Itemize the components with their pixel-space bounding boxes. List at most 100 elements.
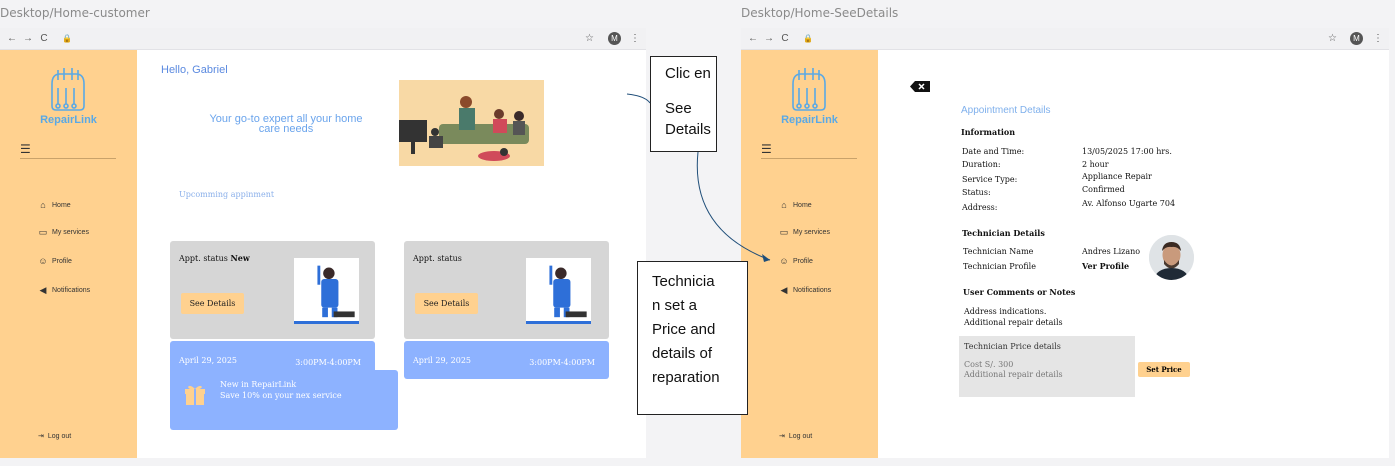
back-icon[interactable]: ← (6, 33, 18, 44)
forward-icon[interactable]: → (763, 33, 775, 44)
forward-icon[interactable]: → (22, 33, 34, 44)
logout-button[interactable]: ⇥ Log out (779, 432, 813, 441)
technician-avatar (1149, 235, 1194, 280)
sidebar-item-my-services[interactable]: ▭ My services (779, 227, 830, 238)
note-line: Price and (652, 321, 716, 338)
status-value: New (230, 253, 250, 263)
info-value: Av. Alfonso Ugarte 704 (1082, 199, 1176, 208)
backspace-close-icon[interactable] (910, 81, 930, 92)
reload-icon[interactable]: C (779, 33, 791, 44)
sidebar-item-notifications[interactable]: ◀ Notifications (779, 285, 832, 296)
sidebar-item-label: Profile (52, 257, 72, 265)
profile-avatar[interactable]: M (1350, 32, 1363, 45)
set-price-button[interactable]: Set Price (1138, 362, 1190, 377)
info-label: Duration: (962, 160, 1001, 169)
bookmark-star-icon[interactable]: ☆ (585, 33, 594, 44)
ver-profile-link[interactable]: Ver Profile (1082, 261, 1129, 271)
sidebar-item-home[interactable]: ⌂ Home (779, 200, 811, 210)
sidebar-item-label: My services (52, 229, 89, 236)
status-prefix: Appt. status (413, 254, 462, 263)
upcoming-appointment-label: Upcomming appinment (179, 190, 275, 199)
note-line: Technicia (652, 273, 715, 290)
sidebar: RepairLink ☰ ⌂ Home ▭ My services ☺ Prof… (741, 50, 878, 458)
promo-title: New in RepairLink (220, 380, 297, 389)
technician-name-label: Technician Name (963, 247, 1034, 256)
sidebar-item-label: Notifications (793, 287, 832, 294)
user-icon: ☺ (779, 256, 789, 266)
appointment-status: Appt. status New (179, 253, 250, 263)
brand-name: RepairLink (40, 114, 97, 126)
family-illustration (399, 80, 544, 166)
menu-kebab-icon[interactable]: ⋮ (630, 33, 640, 44)
repairlink-logo-icon (51, 68, 85, 111)
sidebar-item-notifications[interactable]: ◀ Notifications (38, 285, 91, 296)
profile-avatar[interactable]: M (608, 32, 621, 45)
comment-line: Address indications. (964, 307, 1047, 316)
info-value: Confirmed (1082, 185, 1125, 194)
browser-toolbar: ← → C 🔒 ☆ M ⋮ (0, 28, 646, 50)
info-label: Status: (962, 188, 991, 197)
info-value: 2 hour (1082, 160, 1109, 169)
sidebar-item-label: Profile (793, 257, 813, 265)
tagline: Your go-to expert all your home care nee… (209, 113, 363, 135)
bookmark-star-icon[interactable]: ☆ (1328, 33, 1337, 44)
lock-icon: 🔒 (803, 34, 813, 43)
information-heading: Information (961, 127, 1016, 137)
info-label: Address: (962, 203, 998, 212)
details-title: Appointment Details (961, 105, 1051, 116)
technician-price-box: Technician Price details Cost S/. 300 Ad… (959, 336, 1135, 397)
promo-banner[interactable]: New in RepairLink Save 10% on your nex s… (170, 370, 398, 430)
home-main: Hello, Gabriel Your go-to expert all you… (137, 50, 646, 458)
info-label: Service Type: (962, 175, 1018, 184)
browser-window-home: ← → C 🔒 ☆ M ⋮ RepairLink ☰ ⌂ Home ▭ My s… (0, 28, 646, 458)
frame-title-details: Desktop/Home-SeeDetails (741, 6, 899, 20)
gift-icon (185, 385, 205, 405)
appointment-time: 3:00PM-4:00PM (295, 358, 361, 367)
sidebar-item-profile[interactable]: ☺ Profile (779, 256, 813, 266)
logout-label: Log out (788, 432, 813, 440)
sidebar: RepairLink ☰ ⌂ Home ▭ My services ☺ Prof… (0, 50, 137, 458)
logout-button[interactable]: ⇥ Log out (38, 432, 71, 441)
megaphone-icon: ◀ (39, 285, 47, 295)
sidebar-item-home[interactable]: ⌂ Home (38, 200, 70, 210)
note-line: Details (665, 121, 711, 138)
appointment-card: Appt. status See Details (404, 241, 609, 339)
status-prefix: Appt. status (179, 254, 228, 263)
greeting: Hello, Gabriel (161, 64, 228, 76)
logout-icon: ⇥ (38, 433, 44, 440)
note-line: See (665, 100, 692, 117)
info-label: Date and Time: (962, 147, 1025, 156)
brand-name: RepairLink (781, 114, 838, 126)
logout-icon: ⇥ (779, 433, 785, 440)
folder-icon: ▭ (779, 227, 789, 237)
hamburger-menu-icon[interactable]: ☰ (20, 142, 31, 156)
appointment-status: Appt. status (413, 253, 462, 263)
menu-kebab-icon[interactable]: ⋮ (1373, 33, 1383, 44)
see-details-button[interactable]: See Details (181, 293, 244, 314)
see-details-button[interactable]: See Details (415, 293, 478, 314)
sidebar-item-label: Notifications (52, 287, 91, 294)
info-value: Appliance Repair (1082, 172, 1152, 181)
technician-heading: Technician Details (962, 228, 1045, 238)
back-icon[interactable]: ← (747, 33, 759, 44)
home-icon: ⌂ (40, 200, 46, 210)
note-line: Clic en (665, 65, 711, 82)
technician-illustration (294, 258, 359, 324)
browser-toolbar: ← → C 🔒 ☆ M ⋮ (741, 28, 1389, 50)
folder-icon: ▭ (38, 227, 48, 237)
promo-subtitle: Save 10% on your nex service (220, 391, 342, 400)
appointment-date: April 29, 2025 (413, 356, 472, 365)
technician-illustration (526, 258, 591, 324)
reload-icon[interactable]: C (38, 33, 50, 44)
hamburger-menu-icon[interactable]: ☰ (761, 142, 772, 156)
appointment-date-bar: April 29, 2025 3:00PM-4:00PM (404, 341, 609, 379)
comments-heading: User Comments or Notes (963, 287, 1076, 297)
sidebar-item-my-services[interactable]: ▭ My services (38, 227, 89, 238)
sidebar-item-label: My services (793, 229, 830, 236)
note-line: details of (652, 345, 713, 362)
appointment-details-panel: Appointment Details Information Date and… (878, 50, 1389, 458)
note-line (665, 84, 716, 98)
sidebar-divider (20, 158, 116, 159)
appointment-date: April 29, 2025 (179, 356, 238, 365)
sidebar-item-profile[interactable]: ☺ Profile (38, 256, 72, 266)
